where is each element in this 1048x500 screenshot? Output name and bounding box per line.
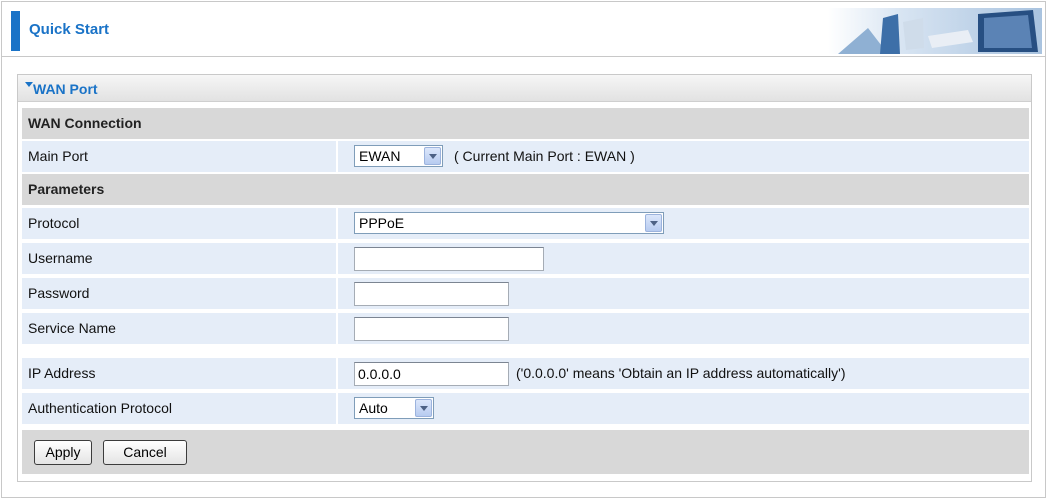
wan-port-panel-header[interactable]: WAN Port	[18, 75, 1031, 102]
password-label-cell: Password	[22, 278, 336, 309]
service-name-value-cell	[338, 313, 1029, 344]
wan-port-title: WAN Port	[33, 81, 98, 97]
password-label: Password	[28, 285, 90, 301]
auth-protocol-row: Authentication Protocol Auto	[22, 393, 1029, 424]
wan-port-panel: WAN Port WAN Connection Main Port EWAN (…	[17, 74, 1032, 482]
ip-address-note: ('0.0.0.0' means 'Obtain an IP address a…	[516, 365, 846, 381]
main-port-note: ( Current Main Port : EWAN )	[454, 148, 635, 164]
section-title: WAN Connection	[28, 115, 142, 131]
ip-address-input[interactable]: 0.0.0.0	[354, 362, 509, 386]
apply-button[interactable]: Apply	[34, 440, 92, 465]
chevron-down-icon[interactable]	[645, 214, 662, 232]
protocol-label-cell: Protocol	[22, 208, 336, 239]
main-port-label: Main Port	[28, 148, 88, 164]
main-port-row: Main Port EWAN ( Current Main Port : EWA…	[22, 141, 1029, 172]
page-frame: Quick Start WAN Port WAN Connection Main…	[1, 1, 1046, 498]
section-wan-connection: WAN Connection	[22, 108, 1029, 139]
auth-protocol-label: Authentication Protocol	[28, 400, 172, 416]
password-value-cell	[338, 278, 1029, 309]
protocol-value-cell: PPPoE	[338, 208, 1029, 239]
button-row: Apply Cancel	[22, 430, 1029, 474]
auth-protocol-label-cell: Authentication Protocol	[22, 393, 336, 424]
service-name-label-cell: Service Name	[22, 313, 336, 344]
service-name-input[interactable]	[354, 317, 509, 341]
chevron-down-icon[interactable]	[415, 399, 432, 417]
page-title: Quick Start	[29, 21, 110, 38]
protocol-row: Protocol PPPoE	[22, 208, 1029, 239]
password-row: Password	[22, 278, 1029, 309]
ip-address-label: IP Address	[28, 365, 96, 381]
username-value-cell	[338, 243, 1029, 274]
collapse-arrow-icon[interactable]	[25, 82, 33, 87]
ip-address-label-cell: IP Address	[22, 358, 336, 389]
section-title: Parameters	[28, 181, 105, 197]
protocol-label: Protocol	[28, 215, 80, 231]
main-port-label-cell: Main Port	[22, 141, 336, 172]
auth-protocol-value-cell: Auto	[338, 393, 1029, 424]
auth-protocol-selected-value: Auto	[359, 400, 388, 416]
ip-address-row: IP Address 0.0.0.0 ('0.0.0.0' means 'Obt…	[22, 358, 1029, 389]
main-port-selected-value: EWAN	[359, 148, 401, 164]
page-header: Quick Start	[2, 2, 1045, 57]
cancel-button[interactable]: Cancel	[103, 440, 187, 465]
auth-protocol-select[interactable]: Auto	[354, 397, 434, 419]
ip-address-value-cell: 0.0.0.0 ('0.0.0.0' means 'Obtain an IP a…	[338, 358, 1029, 389]
main-port-value-cell: EWAN ( Current Main Port : EWAN )	[338, 141, 1029, 172]
password-input[interactable]	[354, 282, 509, 306]
username-label: Username	[28, 250, 93, 266]
service-name-row: Service Name	[22, 313, 1029, 344]
username-label-cell: Username	[22, 243, 336, 274]
username-row: Username	[22, 243, 1029, 274]
protocol-selected-value: PPPoE	[359, 215, 405, 231]
header-banner-image	[828, 8, 1042, 54]
username-input[interactable]	[354, 247, 544, 271]
section-parameters: Parameters	[22, 174, 1029, 205]
protocol-select[interactable]: PPPoE	[354, 212, 664, 234]
header-accent-bar	[11, 11, 20, 51]
chevron-down-icon[interactable]	[424, 147, 441, 165]
service-name-label: Service Name	[28, 320, 116, 336]
main-port-select[interactable]: EWAN	[354, 145, 443, 167]
